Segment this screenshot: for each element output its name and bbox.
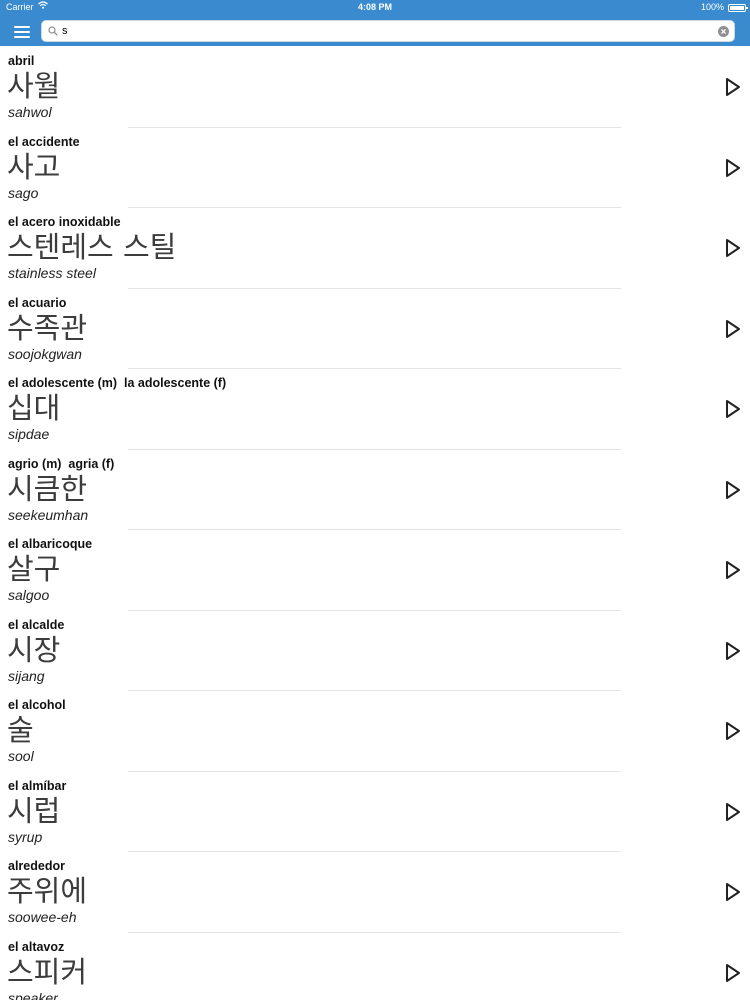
romanization: soojokgwan	[8, 345, 82, 362]
play-audio-icon[interactable]	[723, 881, 743, 903]
list-item[interactable]: el acuario 수족관 soojokgwan	[0, 289, 750, 369]
romanization: sago	[8, 184, 39, 201]
spanish-term: abril	[8, 54, 35, 68]
korean-term: 시럽	[7, 793, 61, 828]
menu-button[interactable]	[12, 22, 32, 40]
play-audio-icon[interactable]	[723, 237, 743, 259]
clear-search-icon[interactable]	[718, 26, 729, 37]
korean-term: 시큼한	[7, 471, 88, 506]
korean-term: 술	[7, 713, 34, 747]
list-item[interactable]: el alcalde 시장 sijang	[0, 611, 750, 691]
romanization: sipdae	[8, 426, 50, 442]
list-item[interactable]: agrio (m) agria (f) 시큼한 seekeumhan	[0, 450, 750, 530]
menu-icon-bar	[14, 36, 30, 38]
play-audio-icon[interactable]	[723, 720, 743, 742]
search-input[interactable]	[62, 23, 702, 39]
list-item[interactable]: el alcohol 술 sool	[0, 691, 750, 772]
play-audio-icon[interactable]	[723, 640, 743, 662]
korean-term: 사고	[7, 149, 61, 184]
romanization: syrup	[8, 828, 43, 845]
play-audio-icon[interactable]	[723, 801, 743, 823]
romanization: sahwol	[8, 104, 52, 120]
list-item[interactable]: el adolescente (m) la adolescente (f) 십대 s…	[0, 369, 750, 450]
spanish-term: el altavoz	[8, 939, 65, 954]
spanish-term: el accidente	[8, 134, 80, 149]
romanization: stainless steel	[8, 265, 96, 281]
romanization: sool	[8, 748, 34, 764]
list-item[interactable]: alrededor 주위에 soowee-eh	[0, 852, 750, 933]
play-audio-icon[interactable]	[723, 318, 743, 340]
spanish-term: alrededor	[8, 859, 65, 873]
play-audio-icon[interactable]	[723, 962, 743, 984]
play-audio-icon[interactable]	[723, 157, 743, 179]
korean-term: 수족관	[7, 310, 88, 345]
status-bar: Carrier 4:08 PM 100%	[0, 0, 750, 16]
search-bar	[41, 20, 735, 42]
korean-term: 살구	[7, 552, 61, 586]
nav-bar	[0, 16, 750, 46]
battery-icon	[728, 4, 748, 12]
korean-term: 스피커	[7, 954, 88, 989]
korean-term: 십대	[7, 391, 61, 425]
spanish-term: agrio (m) agria (f)	[8, 456, 115, 471]
spanish-term: el alcohol	[8, 698, 66, 712]
list-item[interactable]: el almíbar 시럽 syrup	[0, 772, 750, 852]
spanish-term: el acuario	[8, 295, 67, 310]
spanish-term: el alcalde	[8, 617, 65, 632]
status-time: 4:08 PM	[357, 2, 392, 12]
spanish-term: el almíbar	[8, 778, 67, 793]
play-audio-icon[interactable]	[723, 559, 743, 581]
romanization: sijang	[8, 667, 45, 684]
spanish-term: el adolescente (m) la adolescente (f)	[8, 376, 227, 390]
battery-percent: 100%	[700, 2, 724, 12]
romanization: soowee-eh	[8, 909, 77, 925]
list-item[interactable]: el acero inoxidable 스텐레스 스틸 stainless stee…	[0, 208, 750, 289]
spanish-term: el acero inoxidable	[8, 215, 121, 229]
spanish-term: el albaricoque	[8, 537, 93, 551]
play-audio-icon[interactable]	[723, 76, 743, 98]
korean-term: 주위에	[7, 874, 88, 908]
menu-icon-bar	[14, 31, 30, 33]
list-item[interactable]: el albaricoque 살구 salgoo	[0, 530, 750, 611]
list-item[interactable]: abril 사월 sahwol	[0, 47, 750, 128]
korean-term: 시장	[7, 632, 61, 667]
korean-term: 스텐레스 스틸	[7, 230, 177, 264]
romanization: salgoo	[8, 587, 50, 603]
play-audio-icon[interactable]	[723, 398, 743, 420]
list-item[interactable]: el altavoz 스피커 speaker	[0, 933, 750, 1000]
play-audio-icon[interactable]	[723, 479, 743, 501]
korean-term: 사월	[7, 69, 61, 103]
menu-icon-bar	[14, 26, 30, 28]
word-list: abril 사월 sahwol el accidente 사고 sago el acero …	[0, 47, 750, 1000]
list-item[interactable]: el accidente 사고 sago	[0, 128, 750, 208]
romanization: speaker	[8, 989, 58, 1000]
romanization: seekeumhan	[8, 506, 89, 523]
search-icon	[48, 26, 58, 36]
